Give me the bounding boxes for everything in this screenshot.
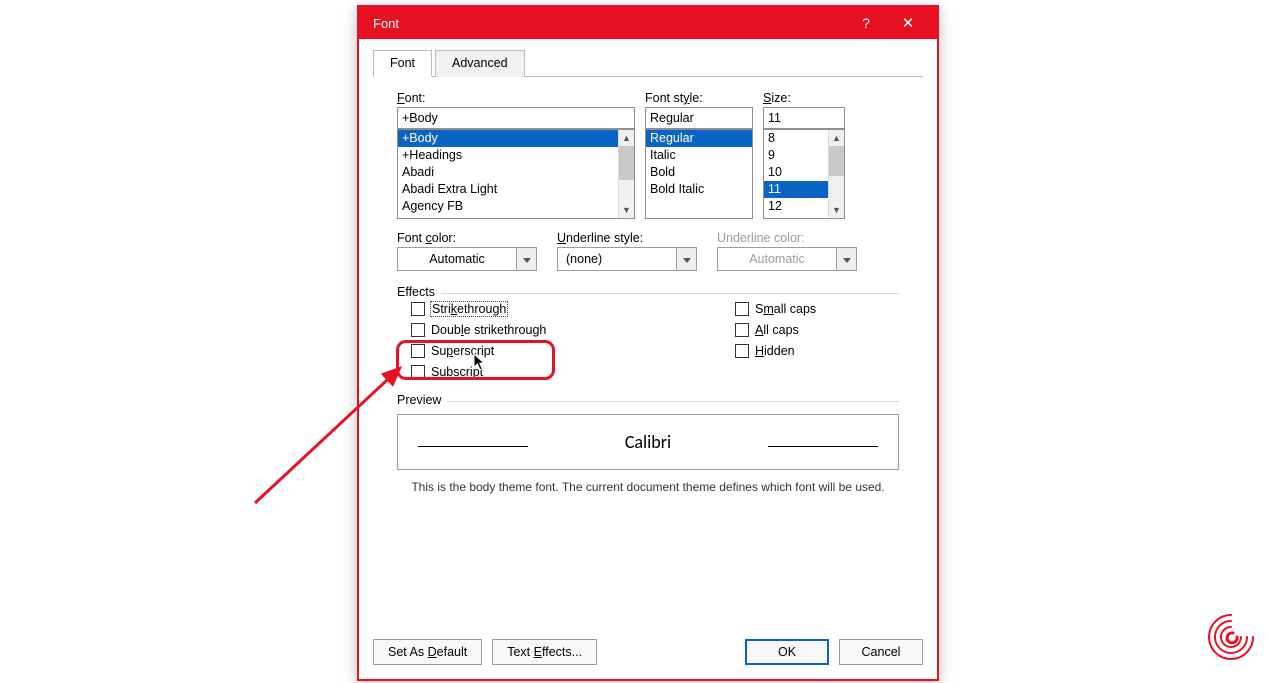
scrollbar[interactable]: ▲ ▼ [828,130,844,218]
dialog-footer: Set As Default Text Effects... OK Cancel [373,629,923,665]
effects-section-label: Effects [397,285,441,299]
preview-box: Calibri [397,414,899,470]
list-item[interactable]: Italic [646,147,752,164]
list-item[interactable]: Agency FB [398,198,634,215]
set-as-default-button[interactable]: Set As Default [373,639,482,665]
font-input[interactable] [397,107,635,129]
checkbox-icon [411,323,425,337]
double-strikethrough-checkbox[interactable]: Double strikethrough [411,323,575,337]
list-item[interactable]: +Headings [398,147,634,164]
list-item[interactable]: Abadi Extra Light [398,181,634,198]
ok-button[interactable]: OK [745,639,829,665]
size-input[interactable] [763,107,845,129]
checkbox-icon [735,302,749,316]
underline-color-label: Underline color: [717,231,857,245]
underline-style-label: Underline style: [557,231,697,245]
font-style-list[interactable]: Regular Italic Bold Bold Italic [645,129,753,219]
size-list[interactable]: 8 9 10 11 12 ▲ ▼ [763,129,845,219]
watermark-logo-icon [1203,609,1259,665]
size-label: Size: [763,91,845,105]
checkbox-icon [411,302,425,316]
chevron-down-icon[interactable] [676,248,696,270]
scroll-up-icon[interactable]: ▲ [829,130,844,146]
font-dialog: Font ? ✕ FFont Advanced Font: +Body +Hea… [357,5,939,681]
scroll-up-icon[interactable]: ▲ [619,130,634,146]
list-item[interactable]: Abadi [398,164,634,181]
preview-line [418,446,528,447]
close-icon[interactable]: ✕ [887,14,929,32]
strikethrough-checkbox[interactable]: Strikethrough [411,302,575,316]
checkbox-icon [735,344,749,358]
preview-note: This is the body theme font. The current… [397,480,899,494]
underline-color-dropdown: Automatic [717,247,857,271]
chevron-down-icon [836,248,856,270]
font-style-input[interactable] [645,107,753,129]
chevron-down-icon[interactable] [516,248,536,270]
font-color-label: Font color: [397,231,537,245]
superscript-checkbox[interactable]: Superscript [411,344,575,358]
underline-style-dropdown[interactable]: (none) [557,247,697,271]
titlebar: Font ? ✕ [359,7,937,39]
tab-strip: FFont Advanced [373,49,923,77]
list-item[interactable]: Regular [646,130,752,147]
list-item[interactable]: Bold Italic [646,181,752,198]
small-caps-checkbox[interactable]: Small caps [735,302,899,316]
list-item[interactable]: Bold [646,164,752,181]
tab-font[interactable]: FFont [373,50,432,77]
checkbox-icon [411,344,425,358]
hidden-checkbox[interactable]: Hidden [735,344,899,358]
subscript-checkbox[interactable]: Subscript [411,365,575,379]
font-color-dropdown[interactable]: Automatic [397,247,537,271]
scroll-down-icon[interactable]: ▼ [829,202,844,218]
list-item[interactable]: +Body [398,130,634,147]
dialog-title: Font [373,16,845,31]
help-icon[interactable]: ? [845,15,887,31]
cancel-button[interactable]: Cancel [839,639,923,665]
preview-line [768,446,878,447]
scroll-down-icon[interactable]: ▼ [619,202,634,218]
scrollbar[interactable]: ▲ ▼ [618,130,634,218]
preview-section-label: Preview [397,393,447,407]
font-style-label: Font style: [645,91,753,105]
tab-advanced[interactable]: Advanced [435,50,525,77]
all-caps-checkbox[interactable]: All caps [735,323,899,337]
font-list[interactable]: +Body +Headings Abadi Abadi Extra Light … [397,129,635,219]
checkbox-icon [411,365,425,379]
checkbox-icon [735,323,749,337]
text-effects-button[interactable]: Text Effects... [492,639,597,665]
font-label: Font: [397,91,635,105]
preview-sample: Calibri [625,431,671,453]
